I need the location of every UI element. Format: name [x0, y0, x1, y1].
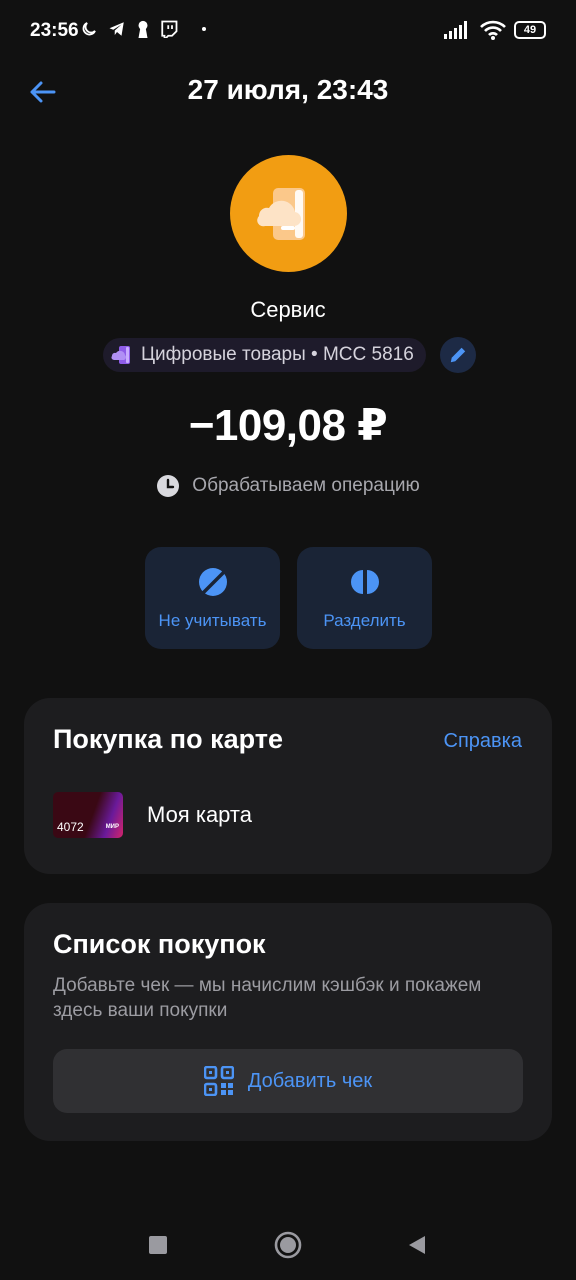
battery-icon: 49	[514, 21, 546, 39]
add-receipt-button[interactable]: Добавить чек	[53, 1049, 523, 1113]
transaction-amount: −109,08 ₽	[188, 401, 388, 450]
circle-icon	[274, 1231, 302, 1259]
dot-icon	[202, 27, 206, 31]
status-system-icons: 49	[444, 20, 546, 40]
split-button[interactable]: Разделить	[297, 547, 432, 649]
transaction-status: Обрабатываем операцию	[0, 474, 576, 498]
card-brand: МИР	[105, 824, 119, 830]
status-text: Обрабатываем операцию	[192, 475, 420, 496]
triangle-back-icon	[409, 1236, 425, 1254]
card-row[interactable]: 4072 МИР Моя карта	[53, 791, 523, 839]
pencil-icon	[450, 347, 466, 363]
purchases-description: Добавьте чек — мы начислим кэшбэк и пока…	[53, 975, 482, 1021]
merchant-name: Сервис	[250, 297, 326, 322]
eye-off-icon	[198, 568, 227, 596]
twitch-icon	[161, 20, 178, 38]
status-notification-icons	[80, 20, 206, 38]
exclude-button[interactable]: Не учитывать	[145, 547, 280, 649]
header: 27 июля, 23:43	[0, 64, 576, 120]
clock-icon	[157, 475, 180, 497]
purchases-section-title: Список покупок	[53, 929, 266, 959]
help-link[interactable]: Справка	[444, 730, 522, 753]
bank-card-thumbnail: 4072 МИР	[53, 792, 123, 838]
back-nav-button[interactable]	[402, 1230, 432, 1260]
signal-icon	[444, 21, 467, 39]
card-name: Моя карта	[147, 802, 252, 827]
telegram-icon	[109, 22, 124, 36]
status-bar: 23:56 49	[0, 0, 576, 64]
page-title: 27 июля, 23:43	[187, 74, 389, 105]
category-icon	[111, 346, 130, 364]
moon-icon	[82, 22, 96, 36]
status-time: 23:56	[30, 20, 79, 41]
card-purchase-section: Покупка по карте Справка 4072 МИР Моя ка…	[24, 698, 552, 874]
merchant-avatar	[230, 155, 347, 272]
card-section-title: Покупка по карте	[53, 724, 283, 754]
split-icon	[350, 570, 379, 594]
system-nav-bar	[0, 1210, 576, 1280]
exclude-label: Не учитывать	[158, 611, 267, 630]
home-button[interactable]	[273, 1230, 303, 1260]
square-icon	[149, 1236, 167, 1254]
edit-category-button[interactable]	[440, 337, 476, 373]
split-label: Разделить	[323, 611, 406, 630]
digital-goods-icon	[256, 187, 305, 240]
qr-code-icon	[203, 1066, 234, 1096]
wifi-icon	[480, 20, 506, 40]
purchases-section: Список покупок Добавьте чек — мы начисли…	[24, 903, 552, 1141]
recents-button[interactable]	[143, 1230, 173, 1260]
category-chip[interactable]: Цифровые товары • MCC 5816	[103, 338, 426, 372]
card-number: 4072	[57, 820, 84, 834]
keyhole-icon	[138, 20, 148, 38]
category-label: Цифровые товары • MCC 5816	[141, 344, 414, 365]
add-receipt-label: Добавить чек	[247, 1069, 373, 1092]
